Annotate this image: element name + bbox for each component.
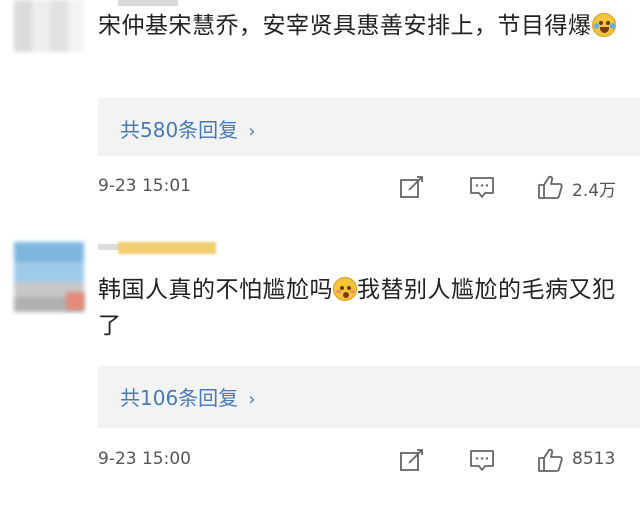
view-replies-link[interactable]: 共106条回复 › <box>120 382 255 411</box>
comment-meta: 9-23 15:00 8513 <box>98 447 640 473</box>
replies-box[interactable]: 共106条回复 › <box>98 366 640 428</box>
username-badge-redacted <box>118 242 216 254</box>
avatar-badge <box>66 292 84 310</box>
view-replies-link[interactable]: 共580条回复 › <box>120 114 255 143</box>
repost-icon[interactable] <box>398 447 426 473</box>
like-count: 2.4万 <box>572 181 617 201</box>
like-icon[interactable] <box>536 174 564 200</box>
repost-icon[interactable] <box>398 174 426 200</box>
chevron-right-icon: › <box>248 389 256 410</box>
comment-text: 韩国人真的不怕尴尬吗 我替别人尴尬的毛病又犯了 <box>98 277 616 339</box>
weibo-comment-list: 宋仲基宋慧乔，安宰贤具惠善安排上，节目得爆 共580条回复 › 9-23 15:0… <box>0 0 640 509</box>
replies-box[interactable]: 共580条回复 › <box>98 98 640 156</box>
comment-timestamp: 9-23 15:01 <box>98 176 191 196</box>
comment-icon[interactable] <box>468 447 496 473</box>
comment-icon[interactable] <box>468 174 496 200</box>
awkward-face-emoji <box>333 277 357 301</box>
like-count: 8513 <box>572 449 616 469</box>
laughing-tears-emoji <box>591 13 616 37</box>
comment-timestamp: 9-23 15:00 <box>98 449 191 469</box>
comment-text: 宋仲基宋慧乔，安宰贤具惠善安排上，节目得爆 <box>98 8 628 44</box>
like-icon[interactable] <box>536 447 564 473</box>
chevron-right-icon: › <box>248 121 256 142</box>
username-redacted[interactable] <box>118 0 178 6</box>
avatar[interactable] <box>14 0 84 52</box>
comment-meta: 9-23 15:01 2.4万 <box>98 174 640 201</box>
